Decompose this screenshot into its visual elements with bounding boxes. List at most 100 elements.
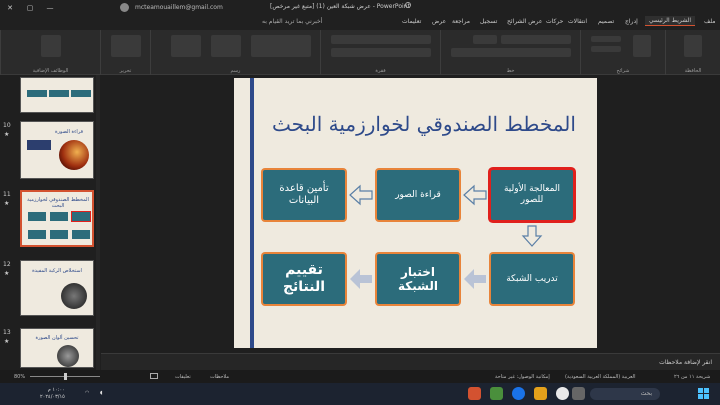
group-paragraph: فقرة — [320, 30, 440, 75]
font-size-select[interactable] — [473, 35, 497, 44]
arrange-button[interactable] — [211, 35, 241, 57]
group-addins: الوظائف الإضافية — [0, 30, 100, 75]
group-drawing: رسم — [150, 30, 320, 75]
clock[interactable]: ١٠:٠٠ م ٢٠٢٤/٠٣/١٥ — [40, 387, 65, 401]
avatar[interactable] — [120, 3, 129, 12]
thumb-title: قراءة الصورة — [55, 129, 83, 135]
tab-record[interactable]: تسجيل — [480, 18, 497, 25]
tell-me-search[interactable]: أخبرني بما تريد القيام به — [262, 18, 322, 25]
quick-styles-button[interactable] — [171, 35, 201, 57]
group-label: تحرير — [119, 68, 132, 74]
tab-review[interactable]: مراجعة — [452, 18, 470, 25]
clock-date: ٢٠٢٤/٠٣/١٥ — [40, 394, 65, 400]
tab-transitions[interactable]: انتقالات — [568, 18, 587, 25]
font-name-select[interactable] — [501, 35, 571, 44]
powerpoint-taskbar-icon[interactable] — [468, 387, 481, 400]
edge-taskbar-icon[interactable] — [512, 387, 525, 400]
explorer-taskbar-icon[interactable] — [534, 387, 547, 400]
group-label: شرائح — [616, 68, 630, 74]
arrow-left-icon — [463, 184, 487, 206]
thumb-title: استخلاص الركبة المفيدة — [32, 268, 82, 274]
group-slides: شرائح — [580, 30, 665, 75]
alignment-controls[interactable] — [331, 48, 431, 57]
ribbon: الحافظة شرائح خط فقرة رسم تحرير الوظائف … — [0, 30, 720, 75]
zoom-slider-knob[interactable] — [64, 373, 67, 380]
group-editing: تحرير — [100, 30, 150, 75]
slide-number: 13 — [3, 329, 11, 336]
slide-number: 11 — [3, 191, 11, 198]
window-controls: ✕ ▢ — — [0, 0, 60, 16]
group-label: فقرة — [375, 68, 386, 74]
shapes-gallery[interactable] — [251, 35, 311, 57]
speaker-icon[interactable]: ◖ — [100, 390, 103, 396]
windows-start-icon[interactable] — [698, 388, 710, 400]
star-icon: ★ — [4, 131, 10, 138]
normal-view-icon[interactable] — [150, 373, 158, 379]
arrow-left-icon — [350, 269, 372, 289]
thumb-title: تحسين ألوان الصورة — [35, 335, 79, 341]
ribbon-tabs: ملف الشريط الرئيسي إدراج تصميم انتقالات … — [0, 16, 720, 30]
taskbar-search[interactable]: بحث — [590, 388, 660, 400]
grayscale-image — [57, 345, 79, 367]
taskview-icon[interactable] — [572, 387, 585, 400]
taskbar: ١٠:٠٠ م ٢٠٢٤/٠٣/١٥ ◠ ◖ بحث — [0, 383, 720, 405]
accessibility-status[interactable]: إمكانية الوصول: غير متاحة — [495, 374, 550, 380]
find-button[interactable] — [111, 35, 141, 57]
account-area[interactable]: mcteamouaillem@gmail.com — [120, 3, 223, 12]
close-icon[interactable]: ✕ — [0, 0, 20, 16]
slide-thumbnail-11[interactable]: المخطط الصندوقي لخوارزمية البحث — [20, 190, 94, 247]
wifi-icon[interactable]: ◠ — [85, 390, 89, 396]
tab-insert[interactable]: إدراج — [625, 18, 638, 25]
arrow-left-icon — [464, 269, 486, 289]
star-icon: ★ — [4, 200, 10, 207]
slide-thumbnails-pane: 10 ★ قراءة الصورة 11 ★ المخطط الصندوقي ل… — [0, 75, 100, 370]
tab-slideshow[interactable]: عرض الشرائح — [507, 18, 542, 25]
slide-thumbnail-9[interactable] — [20, 77, 94, 113]
thumb-box — [27, 140, 51, 150]
group-label: الوظائف الإضافية — [32, 68, 69, 74]
language-status: العربية (المملكة العربية السعودية) — [565, 374, 636, 380]
tab-design[interactable]: تصميم — [598, 18, 614, 25]
slide-number: 10 — [3, 122, 11, 129]
slide[interactable]: المخطط الصندوقي لخوارزمية البحث المعالجة… — [234, 78, 597, 348]
new-slide-button[interactable] — [633, 35, 651, 57]
tab-view[interactable]: عرض — [432, 18, 446, 25]
maximize-icon[interactable]: ▢ — [20, 0, 40, 16]
fundus-image — [59, 140, 89, 170]
notes-pane[interactable]: انقر لإضافة ملاحظات — [101, 353, 720, 370]
tab-home[interactable]: الشريط الرئيسي — [645, 16, 696, 26]
arrow-down-icon — [521, 225, 543, 247]
thumbnails-scrollbar[interactable] — [96, 75, 100, 370]
tab-animations[interactable]: حركات — [546, 18, 563, 25]
star-icon: ★ — [4, 338, 10, 345]
slide-thumbnail-10[interactable]: قراءة الصورة — [20, 121, 94, 179]
status-bar: 80% تعليقات ملاحظات إمكانية الوصول: غير … — [0, 370, 720, 383]
group-label: خط — [506, 68, 515, 74]
zoom-level[interactable]: 80% — [14, 374, 25, 380]
grayscale-image — [61, 283, 87, 309]
reset-button[interactable] — [591, 46, 621, 52]
layout-button[interactable] — [591, 36, 621, 42]
thumb-title: المخطط الصندوقي لخوارزمية البحث — [27, 197, 89, 209]
account-email: mcteamouaillem@gmail.com — [135, 4, 223, 11]
slide-thumbnail-12[interactable]: استخلاص الركبة المفيدة — [20, 260, 94, 316]
minimize-icon[interactable]: — — [40, 0, 60, 16]
slide-counter: شريحة ١١ من ٢٦ — [674, 374, 711, 380]
paste-button[interactable] — [684, 35, 702, 57]
group-font: خط — [440, 30, 580, 75]
font-formatting-row[interactable] — [451, 48, 571, 57]
notes-button[interactable]: ملاحظات — [210, 374, 229, 380]
comments-button[interactable]: تعليقات — [175, 374, 191, 380]
slide-number: 12 — [3, 261, 11, 268]
notes-placeholder[interactable]: انقر لإضافة ملاحظات — [659, 359, 712, 366]
tab-file[interactable]: ملف — [704, 18, 715, 25]
arrow-left-icon — [349, 184, 373, 206]
flow-arrows — [349, 184, 543, 289]
app-taskbar-icon[interactable] — [490, 387, 503, 400]
search-icon[interactable] — [405, 2, 411, 8]
addins-button[interactable] — [41, 35, 61, 57]
slide-thumbnail-13[interactable]: تحسين ألوان الصورة — [20, 328, 94, 368]
list-controls[interactable] — [331, 35, 431, 44]
tab-help[interactable]: تعليمات — [402, 18, 421, 25]
chrome-taskbar-icon[interactable] — [556, 387, 569, 400]
